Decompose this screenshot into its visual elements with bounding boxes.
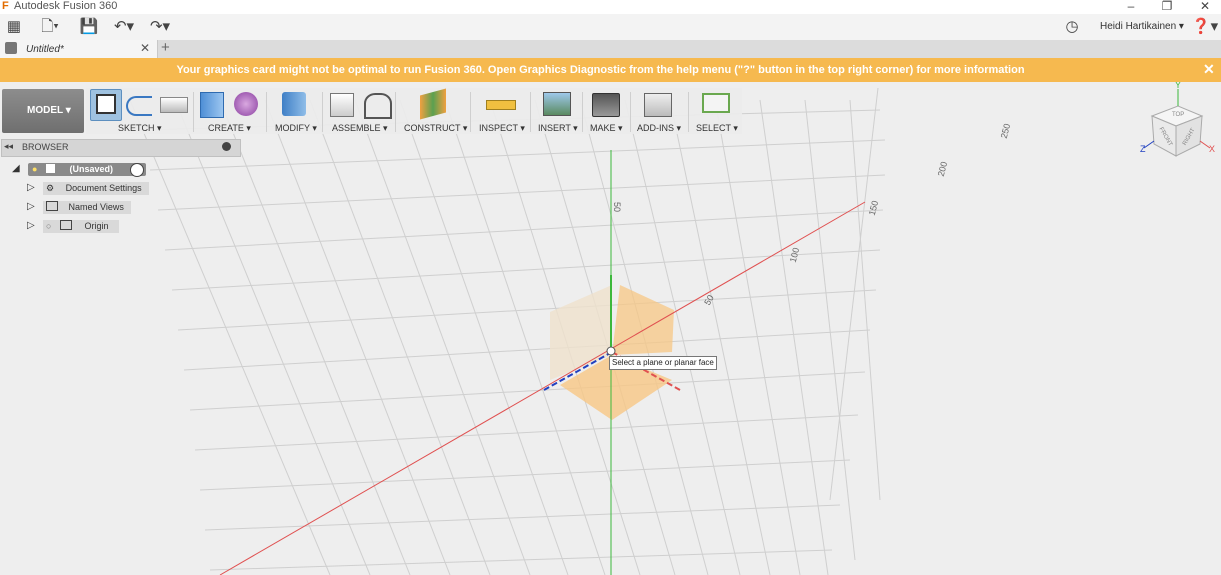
browser-title: BROWSER xyxy=(22,142,69,152)
ribbon-separator xyxy=(530,92,531,132)
ribbon-separator xyxy=(395,92,396,132)
close-window-button[interactable]: ✕ xyxy=(1194,0,1216,13)
browser-item-label: Named Views xyxy=(68,202,124,212)
ribbon-group-sketch[interactable]: SKETCH ▾ xyxy=(118,123,162,134)
browser-minimize-icon[interactable] xyxy=(222,142,231,151)
browser-item-named-views[interactable]: Named Views xyxy=(43,201,131,214)
restore-button[interactable]: ❐ xyxy=(1156,0,1178,13)
workspace-label[interactable]: MODEL ▾ xyxy=(27,105,71,116)
insert-image-icon[interactable] xyxy=(543,92,571,116)
activate-component-icon[interactable] xyxy=(130,163,144,177)
select-icon[interactable] xyxy=(702,93,730,113)
browser-root-label: (Unsaved) xyxy=(69,164,113,174)
joint-icon[interactable] xyxy=(364,93,392,119)
ribbon-separator xyxy=(266,92,267,132)
folder-icon xyxy=(46,201,58,211)
lightbulb-icon[interactable]: ○ xyxy=(46,221,51,231)
ribbon-separator xyxy=(630,92,631,132)
yz-plane[interactable] xyxy=(612,285,674,355)
user-account-menu[interactable]: Heidi Hartikainen ▾ xyxy=(1100,21,1184,32)
ribbon-group-create[interactable]: CREATE ▾ xyxy=(208,123,251,134)
expand-origin-icon[interactable]: ▷ xyxy=(27,220,35,231)
new-tab-icon[interactable]: + xyxy=(161,39,170,56)
save-icon[interactable]: 💾 xyxy=(77,18,101,36)
document-tab[interactable] xyxy=(0,40,158,58)
expand-document-settings-icon[interactable]: ▷ xyxy=(27,182,35,193)
folder-icon xyxy=(59,220,72,230)
quick-access-toolbar xyxy=(0,14,1221,41)
browser-item-origin[interactable]: ○ Origin xyxy=(43,220,119,233)
minimize-button[interactable]: – xyxy=(1120,0,1142,13)
browser-item-label: Origin xyxy=(84,221,109,231)
document-tab-bar xyxy=(0,40,1221,59)
browser-root-node[interactable]: ● (Unsaved) xyxy=(28,163,146,176)
help-icon[interactable]: ❓▾ xyxy=(1190,18,1220,36)
ribbon-separator xyxy=(193,92,194,132)
fusion-logo-icon: F xyxy=(2,0,9,12)
ribbon-separator xyxy=(470,92,471,132)
ribbon-group-modify[interactable]: MODIFY ▾ xyxy=(275,123,317,134)
job-status-clock-icon[interactable]: ◷ xyxy=(1060,18,1084,36)
axis-label: 50 xyxy=(612,201,623,213)
viewcube-top-label[interactable]: TOP xyxy=(1172,112,1184,118)
data-panel-grid-icon[interactable]: ▦ xyxy=(2,18,26,36)
ribbon-group-assemble[interactable]: ASSEMBLE ▾ xyxy=(332,123,388,134)
3d-print-icon[interactable] xyxy=(592,93,620,117)
file-menu-icon[interactable]: 🗋▾ xyxy=(38,18,62,36)
scripts-addins-icon[interactable] xyxy=(644,93,672,117)
viewcube-graphic[interactable] xyxy=(1138,86,1218,166)
x-axis xyxy=(219,201,866,575)
banner-message: Your graphics card might not be optimal … xyxy=(176,64,1025,76)
ribbon-group-select[interactable]: SELECT ▾ xyxy=(696,123,738,134)
selection-tooltip: Select a plane or planar face xyxy=(609,356,717,370)
collapse-root-icon[interactable]: ◢ xyxy=(12,163,20,174)
ribbon-separator xyxy=(688,92,689,132)
measure-icon[interactable] xyxy=(486,100,516,110)
ribbon-separator xyxy=(582,92,583,132)
press-pull-icon[interactable] xyxy=(282,92,306,116)
expand-named-views-icon[interactable]: ▷ xyxy=(27,201,35,212)
ribbon-separator xyxy=(322,92,323,132)
redo-icon[interactable]: ↷▾ xyxy=(148,18,172,36)
ribbon-group-add-ins[interactable]: ADD-INS ▾ xyxy=(637,123,681,134)
close-tab-icon[interactable]: ✕ xyxy=(140,41,150,55)
rectangle-icon[interactable] xyxy=(160,97,188,113)
stop-sketch-icon[interactable] xyxy=(126,96,152,116)
create-sketch-pencil xyxy=(96,94,116,114)
form-icon[interactable] xyxy=(234,92,258,116)
title-bar xyxy=(0,0,1221,14)
undo-icon[interactable]: ↶▾ xyxy=(112,18,136,36)
browser-item-document-settings[interactable]: ⚙ Document Settings xyxy=(43,182,149,195)
lightbulb-icon[interactable]: ● xyxy=(32,164,37,174)
ribbon-group-make[interactable]: MAKE ▾ xyxy=(590,123,623,134)
ribbon-group-construct[interactable]: CONSTRUCT ▾ xyxy=(404,123,467,134)
origin-point[interactable] xyxy=(606,346,616,356)
collapse-browser-icon[interactable]: ◂◂ xyxy=(4,141,13,152)
viewcube-z-label: Z xyxy=(1140,144,1146,154)
document-icon xyxy=(5,42,17,54)
ribbon-group-inspect[interactable]: INSPECT ▾ xyxy=(479,123,525,134)
browser-item-label: Document Settings xyxy=(65,183,142,193)
new-component-icon[interactable] xyxy=(330,93,354,117)
ground-grid xyxy=(129,87,886,575)
viewcube[interactable]: TOP FRONT RIGHT X Y Z xyxy=(1138,80,1218,166)
gear-icon: ⚙ xyxy=(46,183,55,193)
extrude-icon[interactable] xyxy=(200,92,224,118)
close-banner-icon[interactable]: ✕ xyxy=(1203,61,1215,78)
document-tab-label[interactable]: Untitled* xyxy=(26,44,64,55)
ribbon-group-insert[interactable]: INSERT ▾ xyxy=(538,123,578,134)
document-node-icon xyxy=(45,164,55,173)
app-title: Autodesk Fusion 360 xyxy=(14,0,118,12)
viewcube-x-label: X xyxy=(1209,144,1216,154)
